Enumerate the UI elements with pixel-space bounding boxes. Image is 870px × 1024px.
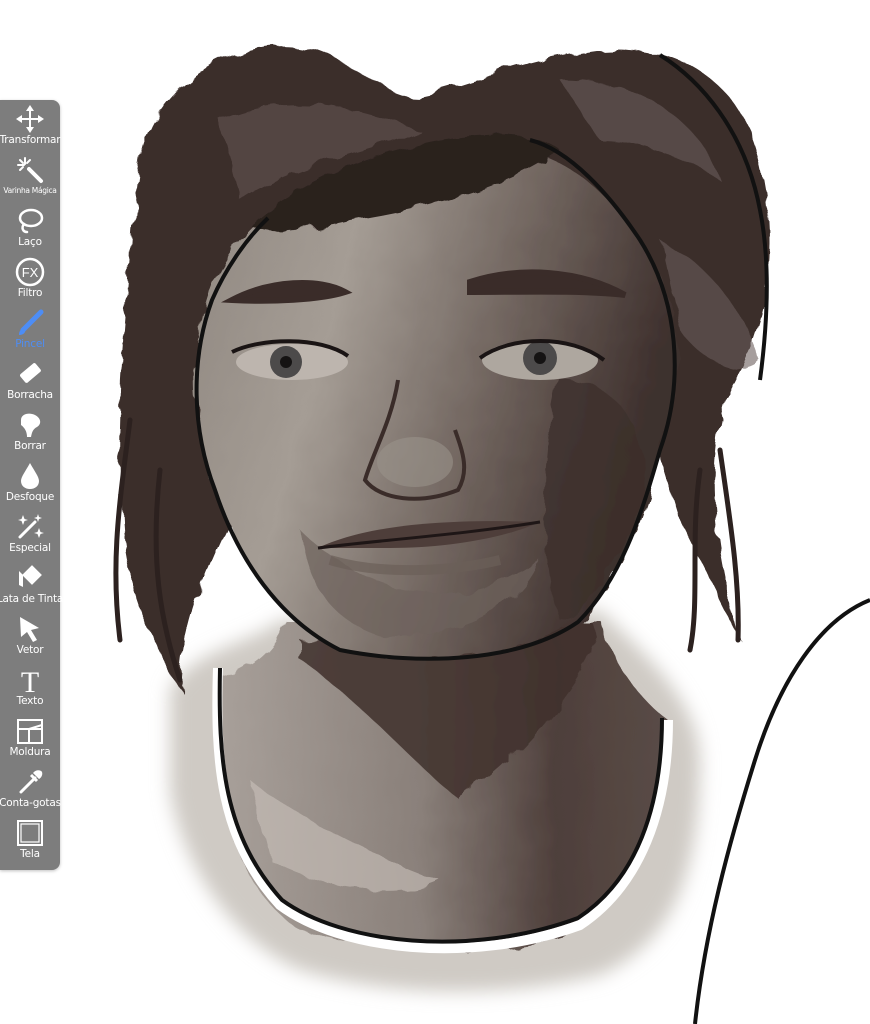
tool-label: Especial	[9, 542, 51, 554]
portrait-painting	[113, 44, 870, 1024]
tool-fill[interactable]: Lata de Tinta	[0, 563, 64, 614]
tool-transform[interactable]: Transformar	[0, 104, 61, 155]
tool-brush[interactable]: Pincel	[0, 308, 60, 359]
svg-text:T: T	[21, 666, 39, 695]
move-arrows-icon	[15, 104, 45, 134]
tool-canvas[interactable]: Tela	[0, 818, 60, 869]
blur-drop-icon	[15, 461, 45, 491]
tool-vector[interactable]: Vetor	[0, 614, 60, 665]
tool-label: Texto	[16, 695, 44, 707]
tool-label: Varinha Mágica	[3, 186, 57, 195]
nose-shading	[377, 437, 453, 487]
tool-lasso[interactable]: Laço	[0, 206, 60, 257]
tool-label: Tela	[20, 848, 40, 860]
frame-icon	[15, 716, 45, 746]
tool-filter[interactable]: FX Filtro	[0, 257, 60, 308]
paint-bucket-icon	[15, 563, 45, 593]
tool-text[interactable]: T Texto	[0, 665, 60, 716]
tool-label: Transformar	[0, 134, 61, 146]
tool-palette: Transformar Varinha Mágica Laço FX Filtr…	[0, 100, 64, 870]
tool-label: Laço	[18, 236, 42, 248]
tool-label: Vetor	[16, 644, 44, 656]
text-icon: T	[15, 665, 45, 695]
drawing-canvas[interactable]	[0, 0, 870, 1024]
tool-label: Lata de Tinta	[0, 593, 64, 605]
eraser-icon	[15, 359, 45, 389]
cursor-arrow-icon	[15, 614, 45, 644]
tool-magic-wand[interactable]: Varinha Mágica	[0, 155, 60, 206]
brush-icon	[15, 308, 45, 338]
tool-label: Desfoque	[5, 491, 55, 503]
tool-frame[interactable]: Moldura	[0, 716, 60, 767]
sparkle-wand-icon	[15, 512, 45, 542]
smudge-finger-icon	[15, 410, 45, 440]
tool-blur[interactable]: Desfoque	[0, 461, 60, 512]
lasso-icon	[15, 206, 45, 236]
tool-label: Borrar	[14, 440, 46, 452]
svg-text:FX: FX	[22, 265, 39, 280]
tool-label: Pincel	[15, 338, 45, 350]
tool-smudge[interactable]: Borrar	[0, 410, 60, 461]
tool-eyedropper[interactable]: Conta-gotas	[0, 767, 61, 818]
eyedropper-icon	[15, 767, 45, 797]
magic-wand-icon	[15, 155, 45, 185]
tool-special[interactable]: Especial	[0, 512, 60, 563]
shoulder-line	[693, 598, 870, 1024]
tool-label: Filtro	[17, 287, 43, 299]
tool-label: Borracha	[7, 389, 53, 401]
tool-label: Moldura	[9, 746, 51, 758]
tool-eraser[interactable]: Borracha	[0, 359, 60, 410]
canvas-icon	[15, 818, 45, 848]
tool-label: Conta-gotas	[0, 797, 61, 809]
fx-icon: FX	[15, 257, 45, 287]
